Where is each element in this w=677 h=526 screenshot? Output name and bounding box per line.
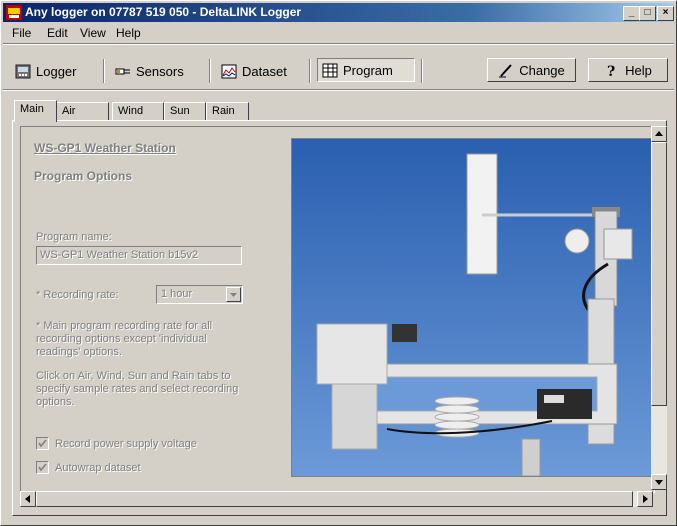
scroll-up-button[interactable] (651, 126, 667, 142)
recording-rate-value: 1 hour (161, 288, 193, 300)
toolbar-separator (209, 59, 211, 83)
change-pen-icon (499, 63, 512, 77)
toolbar-separator-line (3, 89, 674, 91)
title-bar[interactable]: Any logger on 07787 519 050 - DeltaLINK … (3, 3, 674, 22)
dataset-label: Dataset (242, 63, 287, 79)
program-button[interactable]: Program (317, 58, 415, 82)
menu-edit[interactable]: Edit (47, 26, 68, 40)
autowrap-checkbox[interactable]: Autowrap dataset (36, 461, 141, 474)
tab-air[interactable]: Air (56, 102, 109, 120)
tab-rain[interactable]: Rain (206, 102, 249, 120)
menu-view[interactable]: View (80, 26, 106, 40)
logger-button[interactable]: Logger (11, 59, 80, 83)
help-icon: ? (607, 64, 615, 78)
toolbar: Logger Sensors Dataset Program Change ? … (3, 45, 674, 85)
logger-icon (15, 64, 31, 78)
dropdown-arrow-icon[interactable] (226, 287, 241, 302)
check-icon (36, 461, 49, 474)
program-name-input[interactable]: WS-GP1 Weather Station b15v2 (36, 246, 242, 265)
tab-wind[interactable]: Wind (112, 102, 164, 120)
tabs-hint-note: Click on Air, Wind, Sun and Rain tabs to… (36, 370, 239, 408)
recording-rate-label: * Recording rate: (36, 289, 119, 301)
record-power-checkbox[interactable]: Record power supply voltage (36, 437, 197, 450)
maximize-button[interactable]: □ (639, 6, 656, 21)
horizontal-scrollbar[interactable] (20, 491, 653, 507)
program-name-label: Program name: (36, 231, 112, 243)
program-icon (322, 63, 338, 77)
tab-sun[interactable]: Sun (164, 102, 206, 120)
window-title: Any logger on 07787 519 050 - DeltaLINK … (25, 5, 302, 19)
close-button[interactable]: × (657, 6, 674, 21)
sensors-button[interactable]: Sensors (111, 59, 188, 83)
tab-main[interactable]: Main (14, 100, 57, 122)
recording-rate-select[interactable]: 1 hour (156, 285, 243, 304)
change-button[interactable]: Change (487, 58, 576, 82)
logger-label: Logger (36, 63, 77, 79)
main-content: WS-GP1 Weather Station Program Options P… (20, 126, 655, 493)
toolbar-separator (103, 59, 105, 83)
check-icon (36, 437, 49, 450)
help-button[interactable]: ? Help (588, 58, 668, 82)
toolbar-separator (421, 59, 423, 83)
minimize-button[interactable]: _ (623, 6, 640, 21)
dataset-button[interactable]: Dataset (217, 59, 291, 83)
autowrap-label: Autowrap dataset (55, 461, 141, 474)
recording-rate-note: * Main program recording rate for all re… (36, 320, 213, 358)
menu-bar: File Edit View Help (3, 23, 674, 42)
menu-file[interactable]: File (12, 26, 31, 40)
help-label: Help (625, 62, 652, 78)
vertical-scrollbar[interactable] (651, 126, 667, 490)
program-label: Program (343, 62, 393, 78)
change-label: Change (519, 62, 565, 78)
vertical-scroll-thumb[interactable] (651, 142, 667, 406)
section-title: Program Options (34, 169, 133, 183)
sensors-label: Sensors (136, 63, 184, 79)
svg-text:?: ? (607, 64, 615, 78)
menu-help[interactable]: Help (116, 26, 141, 40)
dataset-icon (221, 64, 237, 78)
weather-station-photo (291, 138, 654, 477)
record-power-label: Record power supply voltage (55, 437, 197, 450)
app-icon (6, 5, 22, 20)
scroll-left-button[interactable] (20, 491, 36, 507)
toolbar-separator (309, 59, 311, 83)
scroll-right-button[interactable] (637, 491, 653, 507)
horizontal-scroll-thumb[interactable] (36, 491, 633, 507)
sensors-icon (115, 68, 130, 74)
page-title: WS-GP1 Weather Station (34, 141, 176, 155)
scroll-down-button[interactable] (651, 474, 667, 490)
